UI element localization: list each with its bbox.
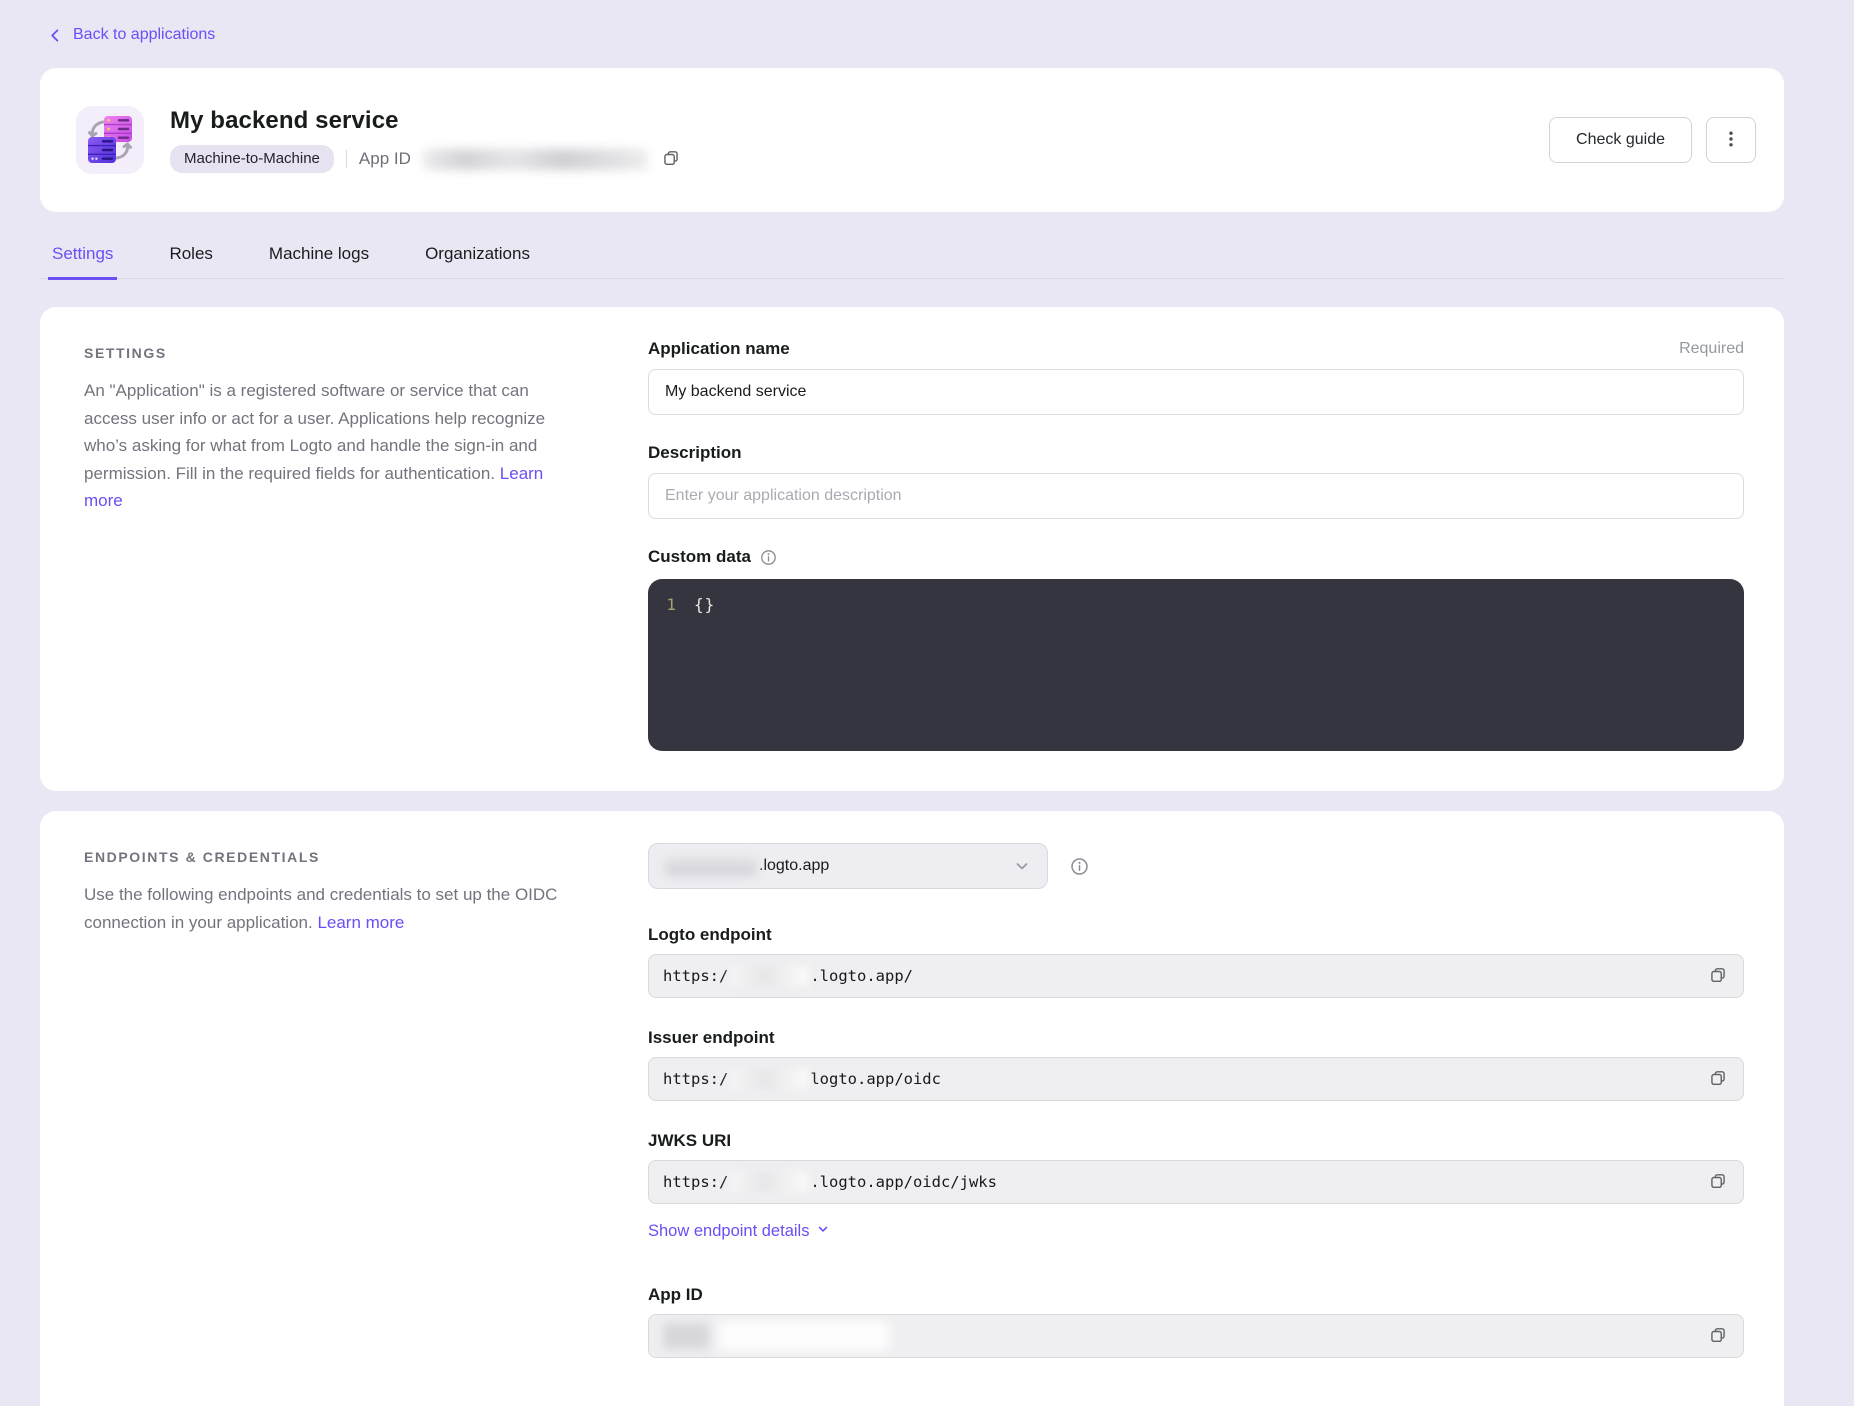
issuer-endpoint-group: Issuer endpoint https:/ logto.app/oidc xyxy=(648,1028,1744,1101)
application-header-card: My backend service Machine-to-Machine Ap… xyxy=(40,68,1784,212)
more-actions-button[interactable] xyxy=(1706,117,1756,163)
endpoints-section-heading: ENDPOINTS & CREDENTIALS xyxy=(84,849,564,865)
app-id-label: App ID xyxy=(359,149,411,169)
logto-endpoint-label: Logto endpoint xyxy=(648,925,772,945)
logto-endpoint-value-field: https:/ .logto.app/ xyxy=(648,954,1744,998)
copy-icon xyxy=(1709,966,1727,987)
application-name-input[interactable] xyxy=(648,369,1744,415)
endpoints-form-column: .logto.app Logto endpoint xyxy=(648,843,1744,1358)
settings-section-heading: SETTINGS xyxy=(84,345,564,361)
copy-icon xyxy=(1709,1069,1727,1090)
show-endpoint-details-link[interactable]: Show endpoint details xyxy=(648,1222,830,1241)
line-number: 1 xyxy=(648,595,694,614)
tenant-domain-value: .logto.app xyxy=(759,857,829,875)
tenant-id-redacted xyxy=(730,1172,808,1192)
copy-jwks-uri-button[interactable] xyxy=(1707,1170,1729,1195)
kebab-menu-icon xyxy=(1723,130,1739,151)
url-suffix: logto.app/oidc xyxy=(810,1070,941,1088)
url-suffix: .logto.app/ xyxy=(810,967,913,985)
tenant-name-redacted xyxy=(665,858,757,875)
application-type-badge: Machine-to-Machine xyxy=(170,145,334,173)
chevron-left-icon xyxy=(48,28,63,43)
copy-issuer-endpoint-button[interactable] xyxy=(1707,1067,1729,1092)
tenant-id-redacted xyxy=(730,1069,808,1089)
app-id-value-redacted xyxy=(663,1321,889,1351)
required-tag: Required xyxy=(1679,340,1744,358)
tenant-domain-select[interactable]: .logto.app xyxy=(648,843,1048,889)
check-guide-button[interactable]: Check guide xyxy=(1549,117,1692,163)
endpoints-credentials-card: ENDPOINTS & CREDENTIALS Use the followin… xyxy=(40,811,1784,1406)
endpoints-learn-more-link[interactable]: Learn more xyxy=(317,913,404,932)
application-name-label: Application name xyxy=(648,339,790,359)
application-name-group: Application name Required xyxy=(648,339,1744,415)
custom-data-code-editor[interactable]: 1 {} xyxy=(648,579,1744,751)
custom-data-group: Custom data 1 {} xyxy=(648,547,1744,751)
url-suffix: .logto.app/oidc/jwks xyxy=(810,1173,997,1191)
copy-icon xyxy=(1709,1172,1727,1193)
jwks-uri-group: JWKS URI https:/ .logto.app/oidc/jwks xyxy=(648,1131,1744,1204)
code-line: 1 {} xyxy=(648,595,1744,614)
copy-logto-endpoint-button[interactable] xyxy=(1707,964,1729,989)
tab-settings[interactable]: Settings xyxy=(48,242,117,280)
settings-section-description: An "Application" is a registered softwar… xyxy=(84,377,564,515)
logto-endpoint-group: Logto endpoint https:/ .logto.app/ xyxy=(648,925,1744,998)
description-group: Description xyxy=(648,443,1744,519)
application-title: My backend service xyxy=(170,107,682,135)
copy-app-id-value-button[interactable] xyxy=(1707,1324,1729,1349)
meta-divider xyxy=(346,150,347,168)
settings-card: SETTINGS An "Application" is a registere… xyxy=(40,307,1784,791)
back-link-label: Back to applications xyxy=(73,26,215,44)
description-label: Description xyxy=(648,443,742,463)
app-id-value-redacted xyxy=(423,149,648,170)
url-prefix: https:/ xyxy=(663,1173,728,1191)
tenant-id-redacted xyxy=(730,966,808,986)
url-prefix: https:/ xyxy=(663,1070,728,1088)
application-tabs: Settings Roles Machine logs Organization… xyxy=(40,242,1784,279)
endpoints-card-description-column: ENDPOINTS & CREDENTIALS Use the followin… xyxy=(84,843,564,1358)
settings-card-description-column: SETTINGS An "Application" is a registere… xyxy=(84,339,564,751)
description-input[interactable] xyxy=(648,473,1744,519)
tenant-endpoint-row: .logto.app xyxy=(648,843,1744,889)
issuer-endpoint-label: Issuer endpoint xyxy=(648,1028,775,1048)
url-prefix: https:/ xyxy=(663,967,728,985)
tab-organizations[interactable]: Organizations xyxy=(421,242,534,280)
tab-roles[interactable]: Roles xyxy=(165,242,216,280)
machine-to-machine-app-icon xyxy=(76,106,144,174)
issuer-endpoint-value-field: https:/ logto.app/oidc xyxy=(648,1057,1744,1101)
application-header-info: My backend service Machine-to-Machine Ap… xyxy=(170,107,682,173)
copy-icon xyxy=(1709,1326,1727,1347)
back-to-applications-link[interactable]: Back to applications xyxy=(48,26,215,44)
custom-data-info-icon[interactable] xyxy=(760,549,777,566)
app-id-value-field xyxy=(648,1314,1744,1358)
header-actions: Check guide xyxy=(1549,117,1756,163)
app-id-group: App ID xyxy=(648,1285,1744,1358)
chevron-down-icon xyxy=(816,1222,830,1241)
jwks-uri-value-field: https:/ .logto.app/oidc/jwks xyxy=(648,1160,1744,1204)
endpoints-section-description: Use the following endpoints and credenti… xyxy=(84,881,564,936)
copy-app-id-button[interactable] xyxy=(660,147,682,172)
copy-icon xyxy=(662,149,680,170)
application-detail-page: Back to applications xyxy=(0,0,1854,1406)
jwks-uri-label: JWKS URI xyxy=(648,1131,731,1151)
settings-form-column: Application name Required Description Cu… xyxy=(648,339,1744,751)
code-content: {} xyxy=(694,595,715,614)
application-meta-row: Machine-to-Machine App ID xyxy=(170,145,682,173)
tab-machine-logs[interactable]: Machine logs xyxy=(265,242,373,280)
tenant-endpoint-info-icon[interactable] xyxy=(1070,857,1089,876)
custom-data-label: Custom data xyxy=(648,547,751,567)
chevron-down-icon xyxy=(1013,857,1031,875)
app-id-field-label: App ID xyxy=(648,1285,703,1305)
